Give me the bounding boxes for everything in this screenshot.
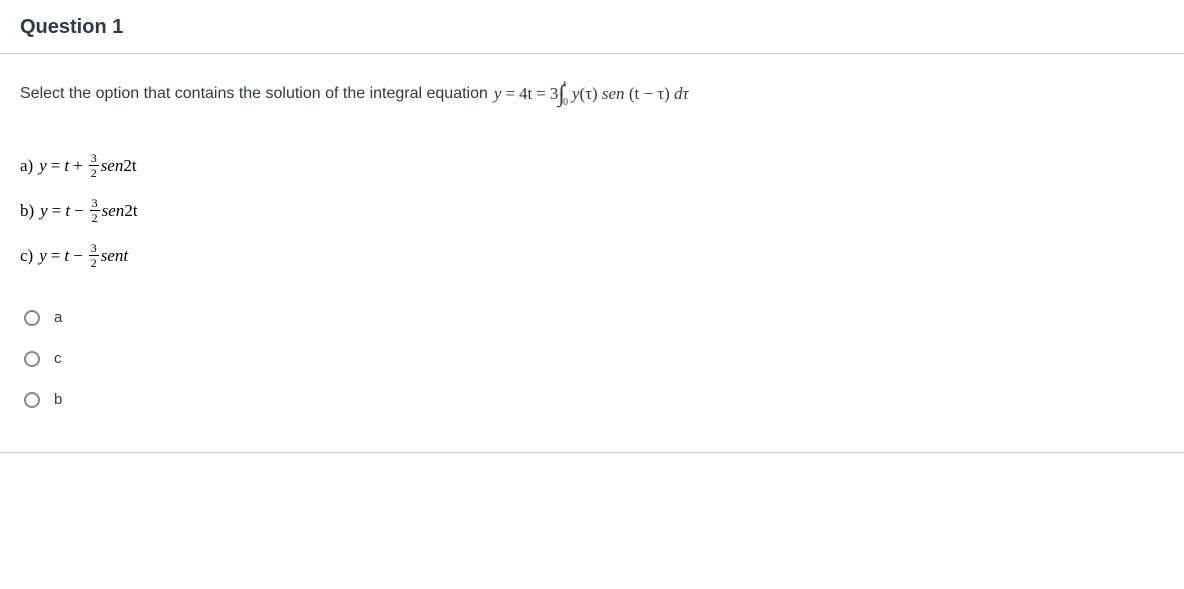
opt-c-eq: = (47, 246, 65, 266)
option-b-label: b) (20, 201, 34, 221)
opt-b-frac: 3 2 (90, 197, 100, 224)
radio-option-c[interactable]: c (24, 350, 1164, 367)
radio-icon[interactable] (24, 310, 40, 326)
prompt-text: Select the option that contains the solu… (20, 85, 488, 103)
opt-a-op: + (69, 156, 87, 176)
opt-b-y: y (40, 201, 48, 221)
eq-mid: 4t (519, 84, 532, 104)
opt-c-fnum: 3 (89, 242, 99, 256)
radio-label-a: a (54, 309, 62, 326)
opt-c-frac: 3 2 (89, 242, 99, 269)
option-b: b) y = t − 3 2 sen 2t (20, 197, 1164, 224)
opt-c-arg: t (123, 246, 128, 266)
int-lower: 0 (563, 98, 568, 108)
opt-a-frac: 3 2 (89, 152, 99, 179)
option-c: c) y = t − 3 2 sen t (20, 242, 1164, 269)
opt-a-fden: 2 (89, 166, 99, 179)
opt-b-fnum: 3 (90, 197, 100, 211)
radio-option-b[interactable]: b (24, 391, 1164, 408)
option-a: a) y = t + 3 2 sen 2t (20, 152, 1164, 179)
opt-b-eq: = (48, 201, 66, 221)
integrand-y: y (572, 84, 580, 104)
integrand-arg1: (τ) (579, 84, 597, 104)
opt-c-fden: 2 (89, 256, 99, 269)
opt-a-arg: 2t (123, 156, 136, 176)
radio-label-b: b (54, 391, 62, 408)
radio-icon[interactable] (24, 351, 40, 367)
opt-c-op: − (69, 246, 87, 266)
opt-a-y: y (39, 156, 47, 176)
option-a-math: y = t + 3 2 sen 2t (39, 152, 136, 179)
radio-label-c: c (54, 350, 62, 367)
opt-c-fn: sen (101, 246, 124, 266)
eq-equals2: = (532, 84, 550, 104)
radio-group: a c b (20, 309, 1164, 408)
options-list: a) y = t + 3 2 sen 2t b) y = t − (20, 152, 1164, 269)
int-upper: t (563, 80, 568, 90)
integrand-fn: sen (602, 84, 625, 104)
eq-equals: = (501, 84, 519, 104)
radio-option-a[interactable]: a (24, 309, 1164, 326)
option-c-label: c) (20, 246, 33, 266)
radio-icon[interactable] (24, 392, 40, 408)
eq-lhs: y (494, 84, 502, 104)
option-a-label: a) (20, 156, 33, 176)
opt-b-fden: 2 (90, 211, 100, 224)
opt-a-fnum: 3 (89, 152, 99, 166)
option-b-math: y = t − 3 2 sen 2t (40, 197, 137, 224)
bottom-divider (0, 452, 1184, 453)
question-header: Question 1 (0, 0, 1184, 54)
integrand-dtau: dτ (674, 84, 689, 104)
option-c-math: y = t − 3 2 sen t (39, 242, 128, 269)
question-prompt: Select the option that contains the solu… (20, 82, 1164, 106)
opt-b-op: − (70, 201, 88, 221)
question-title: Question 1 (20, 16, 1164, 39)
integral-symbol: ∫ t 0 (558, 82, 572, 106)
question-body: Select the option that contains the solu… (0, 54, 1184, 444)
opt-b-arg: 2t (124, 201, 137, 221)
opt-b-fn: sen (102, 201, 125, 221)
opt-a-fn: sen (101, 156, 124, 176)
integrand-arg2: (t − τ) (629, 84, 670, 104)
opt-c-y: y (39, 246, 47, 266)
prompt-equation: y = 4t = 3 ∫ t 0 y (τ) sen (t − τ) dτ (494, 82, 689, 106)
opt-a-eq: = (47, 156, 65, 176)
